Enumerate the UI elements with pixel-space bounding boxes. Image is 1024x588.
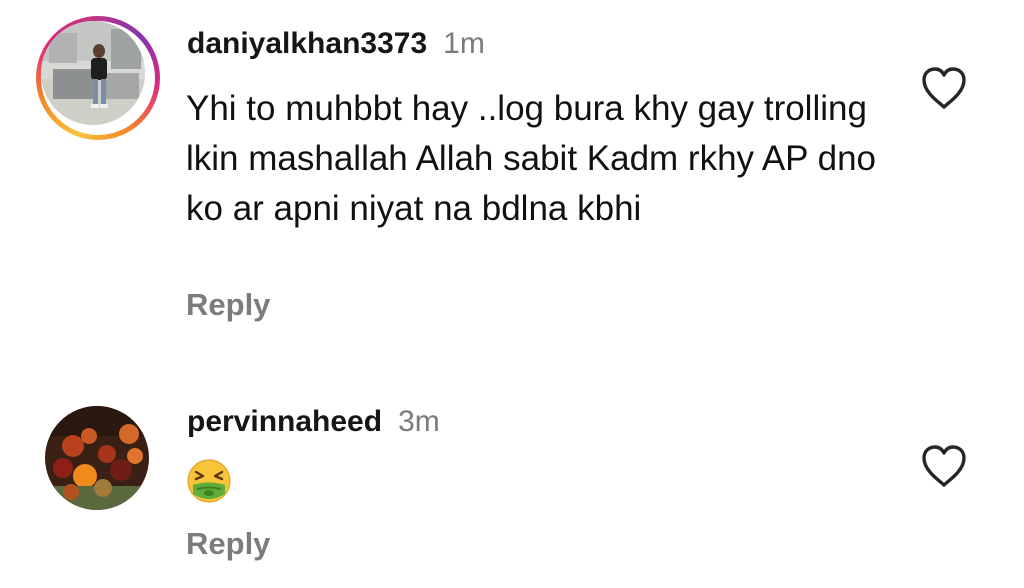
nauseated-face-emoji	[187, 459, 231, 503]
comment-text: Yhi to muhbbt hay ..log bura khy gay tro…	[186, 89, 877, 228]
avatar-person-image	[41, 21, 145, 125]
comment-item: pervinnaheed 3m Reply	[0, 360, 1024, 588]
comment-header: daniyalkhan3373 1m	[187, 26, 485, 62]
heart-outline-icon[interactable]	[920, 66, 968, 110]
timestamp: 1m	[443, 27, 485, 60]
comment-header: pervinnaheed 3m	[187, 404, 440, 440]
timestamp: 3m	[398, 405, 440, 438]
avatar[interactable]	[36, 16, 160, 140]
username[interactable]: pervinnaheed	[187, 405, 382, 438]
username[interactable]: daniyalkhan3373	[187, 27, 427, 60]
avatar[interactable]	[45, 406, 149, 510]
reply-button[interactable]: Reply	[186, 287, 270, 323]
avatar-fruit-image	[45, 406, 149, 510]
heart-outline-icon[interactable]	[920, 444, 968, 488]
reply-button[interactable]: Reply	[186, 526, 270, 562]
comment-item: daniyalkhan3373 1m Yhi to muhbbt hay ..lo…	[0, 0, 1024, 360]
avatar-photo	[41, 21, 145, 125]
